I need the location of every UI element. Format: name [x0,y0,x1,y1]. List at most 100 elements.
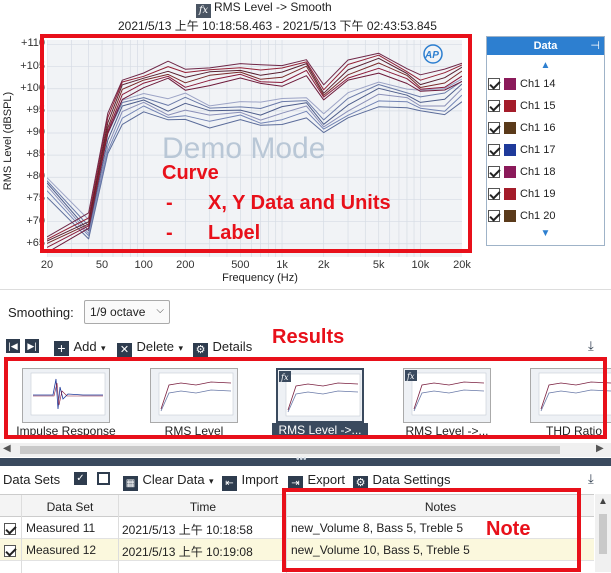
delete-icon: ✕ [117,343,132,358]
col-divider-2 [118,495,119,573]
splitter-handle[interactable]: ••• [0,454,611,466]
legend-title: Data [533,40,558,52]
scroll-left-icon[interactable]: ◀ [3,443,11,454]
x-tick-label: 20 [40,259,54,271]
legend-checkbox[interactable] [488,100,500,112]
legend-label: Ch1 19 [520,188,556,200]
details-button[interactable]: ⚙ Details [193,338,252,358]
header-time[interactable]: Time [120,500,286,514]
legend-swatch [504,166,516,178]
legend-checkbox[interactable] [488,78,500,90]
row-checkbox[interactable] [4,523,16,535]
y-axis-label: RMS Level (dBSPL) [2,91,14,191]
x-tick-label: 50 [95,259,109,271]
caret-down-icon: ▾ [209,476,214,486]
annotation-curve: Curve [162,162,219,184]
results-toolbar: |◀ ▶| + Add ▾ ✕ Delete ▾ ⚙ Details ⤓ [0,338,611,358]
check-all-icon[interactable]: ✓ [74,472,87,485]
clear-data-label: Clear Data [142,472,205,487]
results-highlight-box [4,357,607,439]
legend-checkbox[interactable] [488,144,500,156]
legend-label: Ch1 18 [520,166,556,178]
legend-item[interactable]: Ch1 18 [488,161,604,183]
details-label: Details [212,339,253,354]
datasets-title: Data Sets [3,472,61,487]
gear-icon: ⚙ [193,343,208,358]
legend-item[interactable]: Ch1 17 [488,139,604,161]
import-label: Import [241,472,279,487]
legend-swatch [504,210,516,222]
window-title: fx RMS Level -> Smooth [196,0,332,18]
legend-checkbox[interactable] [488,210,500,222]
import-button[interactable]: ⇤ Import [222,471,278,491]
legend-label: Ch1 15 [520,100,556,112]
col-divider-1 [21,495,22,573]
header-dataset[interactable]: Data Set [22,500,118,514]
legend-label: Ch1 14 [520,78,556,90]
download-icon[interactable]: ⤓ [588,338,594,354]
scroll-right-icon[interactable]: ▶ [596,443,604,454]
smoothing-label: Smoothing: [8,305,74,320]
curve-highlight-box [40,34,472,253]
cell-time: 2021/5/13 上午 10:19:08 [122,545,253,559]
legend-label: Ch1 17 [520,144,556,156]
x-tick-label: 20k [453,259,471,271]
annotation-label: Label [208,222,261,244]
table-scrollbar[interactable]: ▲ [595,494,611,572]
legend-swatch [504,100,516,112]
legend-item[interactable]: Ch1 16 [488,117,604,139]
legend-scroll-down-icon[interactable]: ▼ [487,227,604,241]
legend-checkbox[interactable] [488,166,500,178]
caret-down-icon: ▾ [101,343,106,353]
legend-checkbox[interactable] [488,122,500,134]
add-label: Add [73,339,97,354]
legend-item[interactable]: Ch1 20 [488,205,604,227]
x-tick-label: 10k [411,259,430,271]
first-result-icon[interactable]: |◀ [6,339,20,353]
legend-checkbox[interactable] [488,188,500,200]
legend-label: Ch1 20 [520,210,556,222]
delete-result-button[interactable]: ✕ Delete ▾ [117,338,183,358]
legend-swatch [504,122,516,134]
x-tick-label: 200 [176,259,195,271]
x-tick-label: 2k [317,259,330,271]
grip-icon: ••• [296,454,307,465]
results-scroll-thumb[interactable] [20,446,560,454]
legend-item[interactable]: Ch1 19 [488,183,604,205]
separator-top [0,289,611,290]
legend-item[interactable]: Ch1 14 [488,73,604,95]
add-result-button[interactable]: + Add ▾ [54,338,106,356]
time-range: 2021/5/13 上午 10:18:58.463 - 2021/5/13 下午… [118,19,437,33]
import-icon: ⇤ [222,476,237,491]
x-tick-label: 1k [276,259,288,271]
x-tick-label: 100 [134,259,153,271]
caret-down-icon: ▾ [178,343,184,353]
export-label: Export [307,472,346,487]
table-scroll-thumb[interactable] [599,514,607,554]
smoothing-select[interactable]: 1/9 octave ⌵ [84,300,170,324]
last-result-icon[interactable]: ▶| [25,339,39,353]
legend-list: Ch1 14 Ch1 15 Ch1 16 Ch1 17 Ch1 18 Ch1 19 Ch1 … [487,73,604,227]
cell-time: 2021/5/13 上午 10:18:58 [122,523,253,537]
pin-icon[interactable]: ⊣ [590,37,600,55]
legend-scroll-up-icon[interactable]: ▲ [487,59,604,73]
table-scroll-up-icon[interactable]: ▲ [598,496,608,507]
legend-label: Ch1 16 [520,122,556,134]
smoothing-value: 1/9 octave [90,305,146,319]
chevron-down-icon: ⌵ [156,305,164,316]
x-tick-label: 5k [372,259,385,271]
datasets-download-icon[interactable]: ⤓ [588,471,594,487]
note-highlight-box [282,488,581,572]
annotation-xy: X, Y Data and Units [208,192,391,214]
cell-dataset: Measured 12 [26,543,97,557]
uncheck-all-icon[interactable] [97,472,110,485]
x-tick-label: 500 [231,259,250,271]
annotation-dash-2: - [166,222,173,244]
row-checkbox[interactable] [4,545,16,557]
cell-dataset: Measured 11 [26,521,96,535]
annotation-note: Note [486,518,531,540]
clear-data-button[interactable]: ▦ Clear Data ▾ [123,471,214,491]
legend-swatch [504,188,516,200]
legend-item[interactable]: Ch1 15 [488,95,604,117]
legend-panel: Data ⊣ ▲ Ch1 14 Ch1 15 Ch1 16 Ch1 17 Ch1 18 C… [486,36,605,246]
